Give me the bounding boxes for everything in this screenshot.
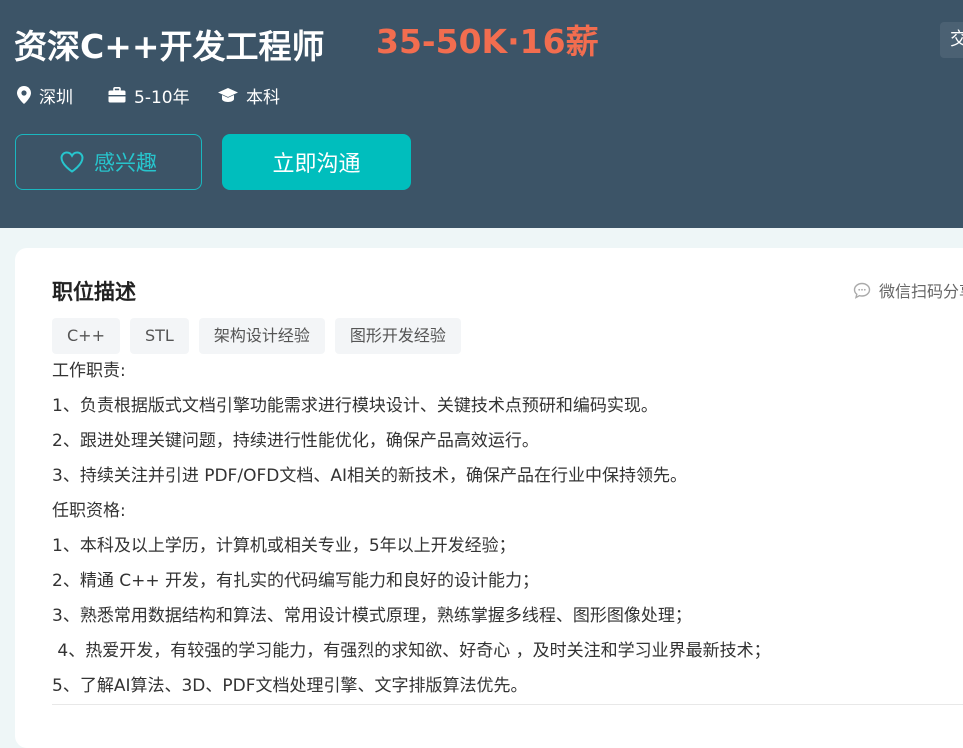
interest-label: 感兴趣 (94, 151, 157, 175)
chat-bubble-icon (853, 282, 871, 299)
description-line: 1、负责根据版式文档引擎功能需求进行模块设计、关键技术点预研和编码实现。 (52, 396, 658, 416)
description-line: 3、熟悉常用数据结构和算法、常用设计模式原理，熟练掌握多线程、图形图像处理； (52, 606, 692, 626)
skill-tags: C++ STL 架构设计经验 图形开发经验 (52, 318, 471, 354)
corner-button[interactable]: 交 (940, 22, 963, 58)
description-line: 2、精通 C++ 开发，有扎实的代码编写能力和良好的设计能力； (52, 571, 539, 591)
description-line: 任职资格: (52, 501, 126, 521)
location-text: 深圳 (39, 87, 73, 108)
chat-now-label: 立即沟通 (272, 152, 361, 177)
location-pin-icon (17, 86, 31, 104)
skill-tag: 架构设计经验 (198, 318, 325, 354)
description-line: 工作职责: (52, 361, 126, 381)
section-title: 职位描述 (52, 280, 136, 304)
salary: 35-50K·16薪 (376, 22, 599, 61)
description-line: 2、跟进处理关键问题，持续进行性能优化，确保产品高效运行。 (52, 431, 539, 451)
divider (52, 704, 963, 705)
description-line: 1、本科及以上学历，计算机或相关专业，5年以上开发经验； (52, 536, 516, 556)
job-experience: 5-10年 (108, 84, 190, 108)
description-line: 3、持续关注并引进 PDF/OFD文档、AI相关的新技术，确保产品在行业中保持领… (52, 466, 687, 486)
graduation-cap-icon (218, 88, 238, 102)
briefcase-icon (108, 87, 126, 103)
wechat-share[interactable]: 微信扫码分享 (853, 278, 963, 302)
job-education: 本科 (218, 84, 280, 108)
job-title: 资深C++开发工程师 (14, 27, 325, 66)
education-text: 本科 (246, 87, 280, 108)
chat-now-button[interactable]: 立即沟通 (222, 134, 411, 190)
heart-icon (60, 151, 84, 173)
skill-tag: C++ (52, 318, 120, 354)
skill-tag: 图形开发经验 (334, 318, 461, 354)
share-label: 微信扫码分享 (879, 282, 963, 301)
experience-text: 5-10年 (134, 87, 190, 108)
job-description-text: 工作职责: 1、负责根据版式文档引擎功能需求进行模块设计、关键技术点预研和编码实… (52, 354, 952, 704)
description-line: 5、了解AI算法、3D、PDF文档处理引擎、文字排版算法优先。 (52, 676, 528, 696)
interest-button[interactable]: 感兴趣 (15, 134, 202, 190)
description-line: 4、热爱开发，有较强的学习能力，有强烈的求知欲、好奇心 ，及时关注和学习业界最新… (52, 641, 771, 661)
job-location: 深圳 (17, 84, 73, 108)
skill-tag: STL (129, 318, 189, 354)
